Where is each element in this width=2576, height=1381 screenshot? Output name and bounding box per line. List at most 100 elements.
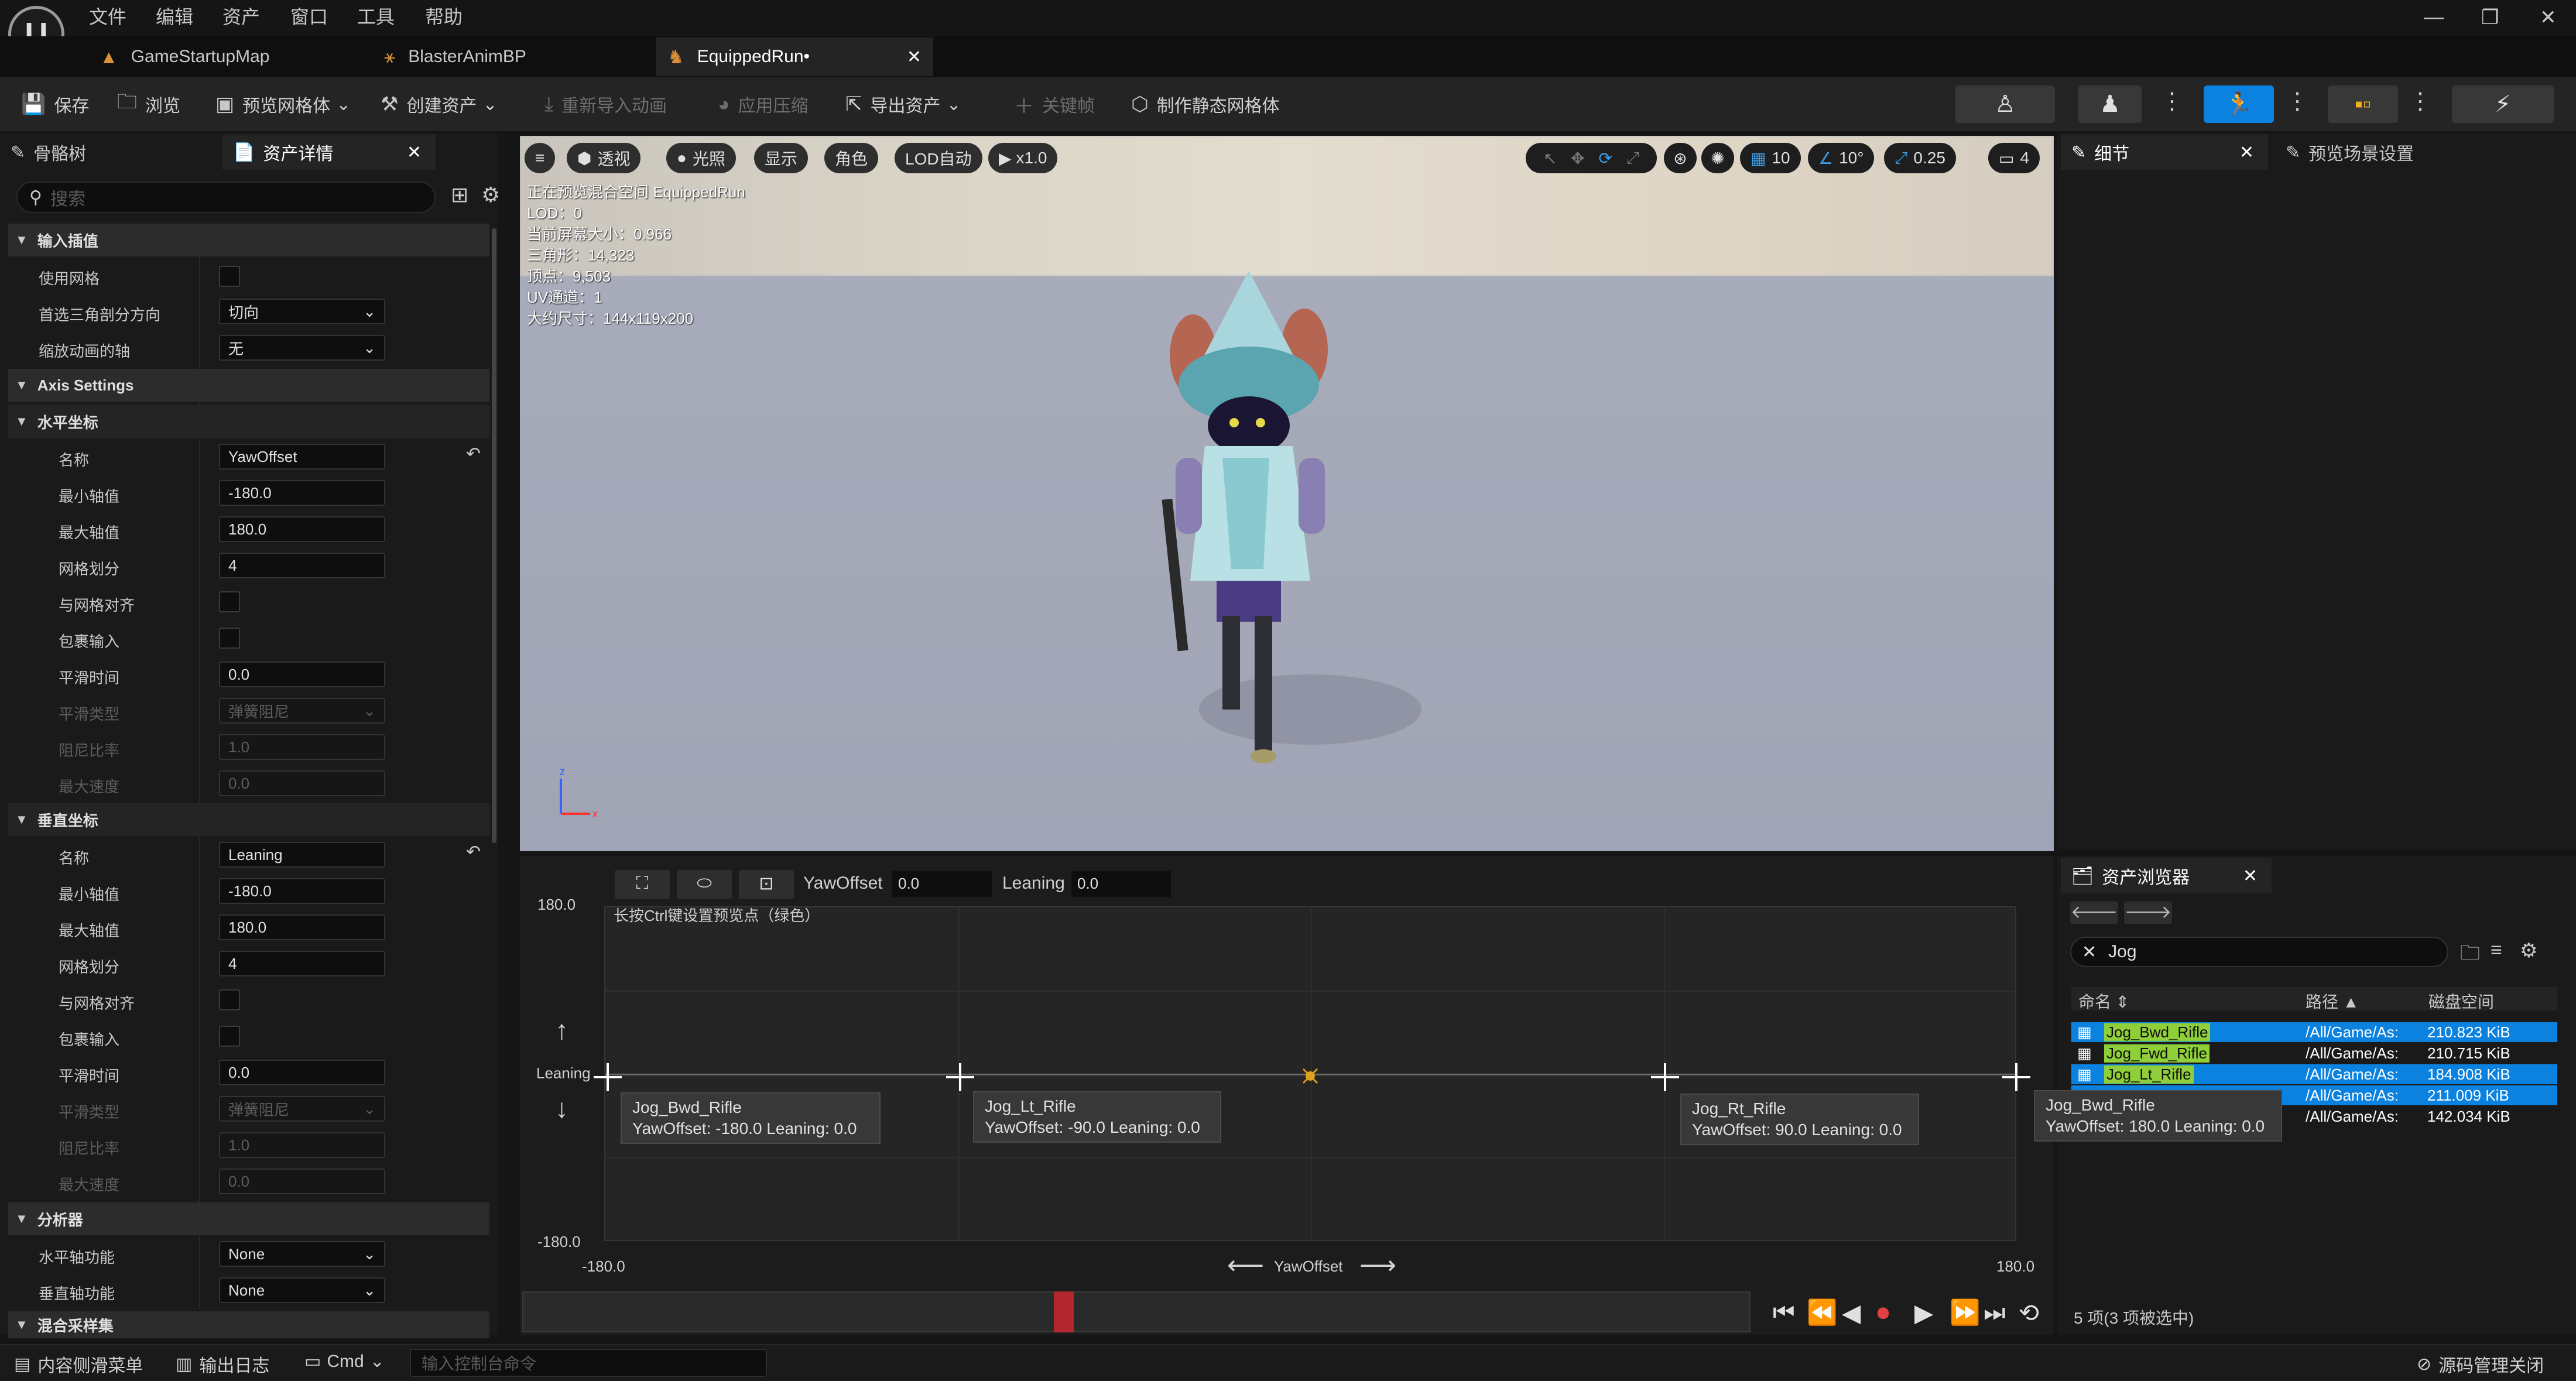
content-drawer-button[interactable]: ▤ 内容侧滑菜单 xyxy=(14,1351,143,1377)
v-max-field[interactable]: 180.0 xyxy=(219,914,385,940)
forward-arrow-icon[interactable]: 🡒 xyxy=(2124,902,2172,924)
h-min-field[interactable]: -180.0 xyxy=(219,480,385,506)
make-static-mesh-button[interactable]: ⬡ 制作静态网格体 xyxy=(1131,88,1280,121)
menu-window[interactable]: 窗口 xyxy=(290,2,328,29)
step-back-icon[interactable]: ⏪ xyxy=(1807,1298,1837,1327)
h-maxspeed-field[interactable]: 0.0 xyxy=(219,770,385,796)
menu-edit[interactable]: 编辑 xyxy=(156,2,193,29)
loop-icon[interactable]: ⟲ xyxy=(2019,1298,2039,1327)
asset-row[interactable]: ▦ Jog_Lt_Rifle /All/Game/As: 184.908 KiB xyxy=(2071,1064,2557,1084)
h-max-field[interactable]: 180.0 xyxy=(219,516,385,542)
preferred-triangulation-select[interactable]: 切向 ⌄ xyxy=(219,299,385,324)
skip-to-start-icon[interactable]: ⏮ xyxy=(1773,1298,1795,1327)
sample-point[interactable] xyxy=(2001,1062,2032,1092)
skeleton-mode-button[interactable]: ♙ xyxy=(1955,85,2055,123)
perspective-button[interactable]: ⬢ 透视 xyxy=(567,143,641,173)
section-input-interpolation[interactable]: ▼ 输入插值 xyxy=(8,224,489,256)
show-animation-names-icon[interactable]: ⊡ xyxy=(739,870,794,899)
tab-preview-scene-settings[interactable]: ✎ 预览场景设置 xyxy=(2275,135,2521,170)
column-name[interactable]: 命名 ⇕ xyxy=(2078,989,2129,1013)
play-reverse-icon[interactable]: ◀ xyxy=(1842,1298,1861,1327)
reimport-animation-button[interactable]: ⤓ 重新导入动画 xyxy=(544,88,667,121)
sample-point[interactable] xyxy=(1650,1062,1680,1092)
fit-view-icon[interactable]: ⛶ xyxy=(615,870,670,899)
tab-gamestartupmap[interactable]: ▲ GameStartupMap xyxy=(88,37,363,76)
lit-button[interactable]: ● 光照 xyxy=(666,143,736,173)
cmd-button[interactable]: ▭ Cmd ⌄ xyxy=(304,1351,385,1372)
sample-point[interactable] xyxy=(945,1062,975,1092)
filter-icon[interactable]: ≡ xyxy=(2491,939,2502,962)
h-grid-field[interactable]: 4 xyxy=(219,553,385,578)
preview-mesh-button[interactable]: ▣ 预览网格体 ⌄ xyxy=(215,88,351,121)
tab-skeleton-tree[interactable]: ✎ 骨骼树 xyxy=(0,135,222,170)
h-name-field[interactable]: YawOffset xyxy=(219,444,385,470)
playhead[interactable] xyxy=(1054,1291,1074,1332)
preview-viewport[interactable]: ≡ ⬢ 透视 ● 光照 显示 角色 LOD自动 ▶ x1.0 ↖ ✥ ⟳ ⤢ ⊛ ✺ ▦ 10… xyxy=(520,136,2054,851)
v-wrap-checkbox[interactable] xyxy=(219,1026,240,1047)
browse-button[interactable]: 🗀 浏览 xyxy=(117,88,180,121)
v-damping-field[interactable]: 1.0 xyxy=(219,1132,385,1158)
tab-asset-browser[interactable]: 🗂 资产浏览器 ✕ xyxy=(2061,858,2272,893)
use-mesh-checkbox[interactable] xyxy=(219,266,240,287)
viewport-menu-button[interactable]: ≡ xyxy=(525,143,555,173)
tab-asset-details[interactable]: 📄 资产详情 ✕ xyxy=(222,135,436,170)
menu-asset[interactable]: 资产 xyxy=(222,2,260,29)
close-tab-icon[interactable]: ✕ xyxy=(907,47,922,67)
close-tab-icon[interactable]: ✕ xyxy=(407,142,422,163)
rotate-icon[interactable]: ⟳ xyxy=(1598,149,1612,168)
h-smooth-type-select[interactable]: 弹簧阻尼 ⌄ xyxy=(219,698,385,724)
rotation-snap-button[interactable]: ∠ 10° xyxy=(1808,143,1875,173)
scale-snap-button[interactable]: ⤢ 0.25 xyxy=(1884,143,1956,173)
h-snap-checkbox[interactable] xyxy=(219,591,240,612)
grid-snap-button[interactable]: ▦ 10 xyxy=(1740,143,1801,173)
y-value-field[interactable]: 0.0 xyxy=(1071,871,1171,897)
v-smooth-field[interactable]: 0.0 xyxy=(219,1060,385,1085)
more-options-icon[interactable]: ⋮ xyxy=(2409,88,2432,115)
reset-arrow-icon[interactable]: ↶ xyxy=(466,842,481,862)
toggle-triangulation-icon[interactable]: ⬭ xyxy=(677,870,732,899)
section-axis-settings[interactable]: ▼ Axis Settings xyxy=(8,369,489,402)
section-vertical-axis[interactable]: ▼ 垂直坐标 xyxy=(8,803,489,836)
menu-file[interactable]: 文件 xyxy=(89,2,126,29)
details-search-input[interactable]: ⚲ 搜索 xyxy=(16,181,436,213)
more-options-icon[interactable]: ⋮ xyxy=(2160,88,2184,115)
more-options-icon[interactable]: ⋮ xyxy=(2286,88,2309,115)
column-path[interactable]: 路径 ▲ xyxy=(2306,989,2359,1013)
sample-point[interactable] xyxy=(592,1062,623,1092)
surface-snap-icon[interactable]: ✺ xyxy=(1701,143,1734,173)
apply-compression-button[interactable]: ◕ 应用压缩 xyxy=(718,88,809,121)
section-analysis[interactable]: ▼ 分析器 xyxy=(8,1202,489,1235)
select-icon[interactable]: ↖ xyxy=(1543,149,1557,168)
gear-icon[interactable]: ⚙ xyxy=(2520,939,2537,962)
v-grid-field[interactable]: 4 xyxy=(219,951,385,976)
h-wrap-checkbox[interactable] xyxy=(219,628,240,649)
show-button[interactable]: 显示 xyxy=(754,143,809,173)
play-icon[interactable]: ▶ xyxy=(1914,1298,1933,1327)
h-damping-field[interactable]: 1.0 xyxy=(219,734,385,760)
x-value-field[interactable]: 0.0 xyxy=(892,871,992,897)
step-forward-icon[interactable]: ⏩ xyxy=(1950,1298,1980,1327)
v-snap-checkbox[interactable] xyxy=(219,989,240,1010)
menu-help[interactable]: 帮助 xyxy=(425,2,463,29)
restore-icon[interactable]: ❐ xyxy=(2481,6,2499,29)
camera-speed-button[interactable]: ▭ 4 xyxy=(1988,143,2040,173)
asset-row[interactable]: ▦ Jog_Bwd_Rifle /All/Game/As: 210.823 Ki… xyxy=(2071,1022,2557,1042)
console-input[interactable]: 输入控制台命令 xyxy=(410,1349,767,1377)
details-scrollbar[interactable] xyxy=(492,228,496,843)
folder-icon[interactable]: 🗀 xyxy=(2460,939,2480,972)
export-asset-button[interactable]: ⇱ 导出资产 ⌄ xyxy=(845,88,961,121)
animation-mode-button[interactable]: 🏃 xyxy=(2204,85,2274,123)
h-smooth-field[interactable]: 0.0 xyxy=(219,662,385,687)
tab-details[interactable]: ✎ 细节 ✕ xyxy=(2061,135,2268,170)
preview-point-icon[interactable] xyxy=(1299,1064,1322,1088)
character-button[interactable]: 角色 xyxy=(824,143,879,173)
menu-tools[interactable]: 工具 xyxy=(357,2,395,29)
column-disk-size[interactable]: 磁盘空间 xyxy=(2428,989,2494,1013)
back-arrow-icon[interactable]: 🡐 xyxy=(2070,902,2118,924)
scale-anim-axis-select[interactable]: 无 ⌄ xyxy=(219,335,385,361)
transform-tools[interactable]: ↖ ✥ ⟳ ⤢ xyxy=(1526,143,1657,173)
tab-equippedrun[interactable]: ♞ EquippedRun• ✕ xyxy=(656,37,933,76)
save-button[interactable]: 💾 保存 xyxy=(21,88,89,121)
playback-speed-button[interactable]: ▶ x1.0 xyxy=(988,143,1058,173)
section-horizontal-axis[interactable]: ▼ 水平坐标 xyxy=(8,405,489,438)
